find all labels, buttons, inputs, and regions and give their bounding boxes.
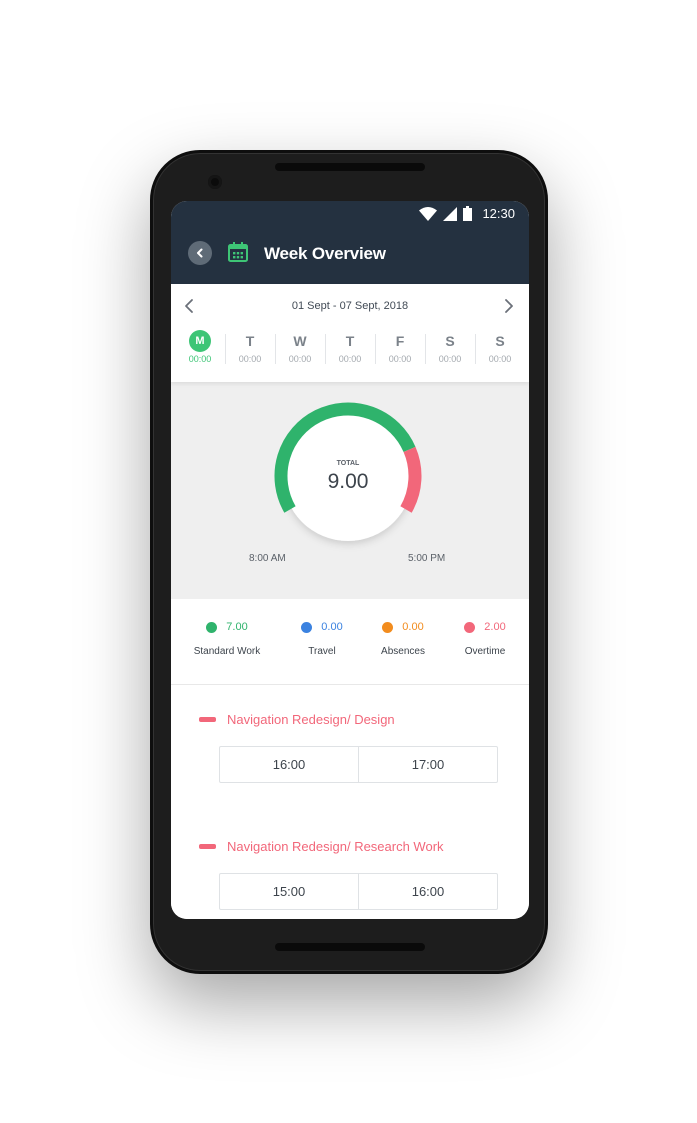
day-letter: T — [345, 333, 355, 349]
legend-dot — [382, 621, 394, 633]
day-hours: 00:00 — [238, 354, 262, 364]
day-hours: 00:00 — [438, 354, 462, 364]
app-header: Week Overview — [171, 227, 529, 284]
legend-value: 7.00 — [226, 621, 248, 633]
screen: 12:30 Week Overview 01 Sept - 07 Sept, 2… — [171, 201, 529, 919]
project-name: Navigation Redesign/ Research Work — [227, 839, 444, 854]
legend-name: Travel — [308, 646, 336, 657]
wifi-icon — [419, 206, 438, 221]
day-letter: M — [189, 330, 211, 352]
status-bar: 12:30 — [171, 201, 529, 227]
calendar-icon — [228, 242, 248, 262]
day-hours: 00:00 — [488, 354, 512, 364]
battery-icon — [463, 206, 473, 221]
week-selector: 01 Sept - 07 Sept, 2018 M 00:00 T 00:00 … — [171, 284, 529, 382]
total-label: TOTAL — [336, 460, 360, 467]
day-friday[interactable]: F 00:00 — [375, 330, 425, 370]
day-letter: F — [395, 333, 405, 349]
legend-value: 2.00 — [484, 621, 506, 633]
day-hours: 00:00 — [288, 354, 312, 364]
status-icons: 12:30 — [419, 206, 515, 221]
time-range: 15:00 16:00 — [219, 873, 498, 910]
day-hours: 00:00 — [338, 354, 362, 364]
legend-travel: 0.00 Travel — [284, 621, 360, 657]
legend-dot — [464, 621, 476, 633]
day-wednesday[interactable]: W 00:00 — [275, 330, 325, 370]
day-list: M 00:00 T 00:00 W 00:00 T 00:00 F 00:00 … — [175, 330, 525, 370]
day-letter: S — [495, 333, 505, 349]
shift-start-time: 8:00 AM — [249, 553, 286, 564]
legend-name: Absences — [381, 646, 425, 657]
legend-name: Overtime — [464, 646, 506, 657]
day-thursday[interactable]: T 00:00 — [325, 330, 375, 370]
day-saturday[interactable]: S 00:00 — [425, 330, 475, 370]
project-entry[interactable]: Navigation Redesign/ Research Work 15:00… — [171, 813, 529, 919]
legend-standard-work: 7.00 Standard Work — [189, 621, 265, 657]
date-range: 01 Sept - 07 Sept, 2018 — [291, 300, 409, 312]
legend-absences: 0.00 Absences — [365, 621, 441, 657]
day-hours: 00:00 — [188, 354, 212, 364]
phone-frame: 12:30 Week Overview 01 Sept - 07 Sept, 2… — [150, 150, 548, 974]
hours-legend: 7.00 Standard Work 0.00 Travel 0.00 Abse… — [171, 599, 529, 685]
project-entry[interactable]: Navigation Redesign/ Design 16:00 17:00 — [171, 686, 529, 814]
day-letter: W — [293, 333, 307, 349]
next-week-button[interactable] — [501, 298, 515, 314]
signal-icon — [443, 206, 458, 221]
legend-dot — [206, 621, 218, 633]
back-button[interactable] — [188, 241, 212, 265]
start-time-field[interactable]: 15:00 — [220, 874, 358, 909]
overtime-marker — [199, 717, 216, 722]
hours-gauge-panel: TOTAL 9.00 8:00 AM 5:00 PM — [171, 382, 529, 599]
legend-value: 0.00 — [402, 621, 424, 633]
legend-overtime: 2.00 Overtime — [447, 621, 523, 657]
total-hours-value: 9.00 — [327, 470, 369, 493]
time-range: 16:00 17:00 — [219, 746, 498, 783]
day-monday[interactable]: M 00:00 — [175, 330, 225, 370]
start-time-field[interactable]: 16:00 — [220, 747, 358, 782]
page-title: Week Overview — [264, 244, 386, 263]
end-time-field[interactable]: 17:00 — [358, 747, 497, 782]
day-tuesday[interactable]: T 00:00 — [225, 330, 275, 370]
project-name: Navigation Redesign/ Design — [227, 712, 395, 727]
chevron-left-icon — [197, 248, 203, 258]
legend-value: 0.00 — [321, 621, 343, 633]
end-time-field[interactable]: 16:00 — [358, 874, 497, 909]
shift-end-time: 5:00 PM — [408, 553, 446, 564]
legend-dot — [301, 621, 313, 633]
status-time: 12:30 — [482, 206, 515, 221]
overtime-marker — [199, 844, 216, 849]
front-camera — [208, 175, 222, 189]
bottom-speaker — [275, 943, 425, 951]
day-hours: 00:00 — [388, 354, 412, 364]
day-sunday[interactable]: S 00:00 — [475, 330, 525, 370]
day-letter: T — [245, 333, 255, 349]
top-speaker — [275, 163, 425, 171]
legend-name: Standard Work — [193, 646, 261, 657]
day-letter: S — [445, 333, 455, 349]
